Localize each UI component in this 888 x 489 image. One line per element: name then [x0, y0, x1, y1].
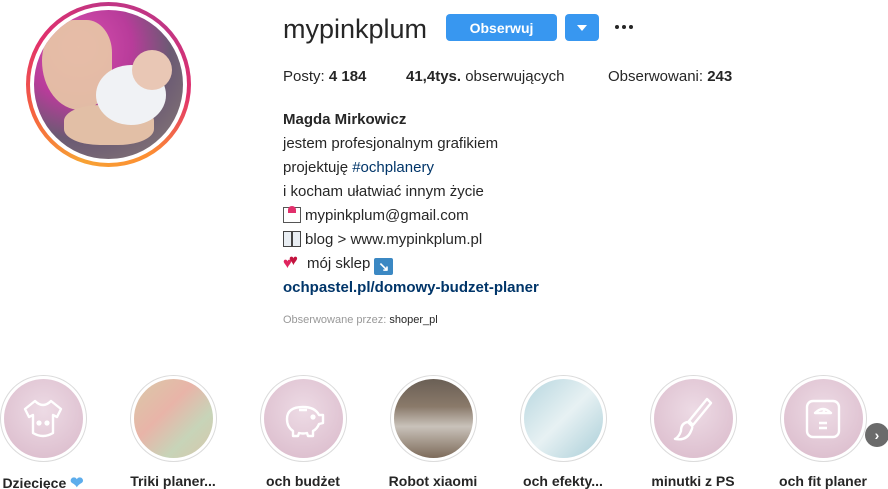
posts-count: Posty: 4 184	[283, 68, 367, 85]
follow-button[interactable]: Obserwuj	[446, 14, 557, 41]
following-count[interactable]: Obserwowani: 243	[608, 68, 732, 85]
bio-line: jestem profesjonalnym grafikiem	[283, 135, 499, 152]
bio-external-link[interactable]: ochpastel.pl/domowy-budzet-planer	[283, 276, 539, 300]
bio-shop-line: mój sklep↘	[283, 252, 539, 276]
bio-blog-line: blog > www.mypinkplum.pl	[283, 228, 539, 252]
follow-dropdown-button[interactable]	[565, 14, 599, 41]
love-letter-icon	[283, 206, 301, 223]
piggy-bank-icon	[285, 405, 325, 437]
highlight-item[interactable]: Dziecięce ❤	[0, 375, 98, 489]
hashtag-link[interactable]: #ochplanery	[352, 159, 434, 176]
book-icon	[283, 231, 301, 247]
bio-line: projektuję #ochplanery	[283, 159, 434, 176]
brush-icon	[673, 397, 713, 441]
more-options-button[interactable]	[612, 17, 636, 37]
highlight-item[interactable]: och fit planer	[768, 375, 878, 489]
profile-username: mypinkplum	[283, 14, 428, 44]
full-name: Magda Mirkowicz	[283, 111, 407, 128]
highlight-item[interactable]: och budżet	[248, 375, 358, 489]
highlight-item[interactable]: Triki planer...	[118, 375, 228, 489]
more-dots-icon	[615, 25, 619, 29]
profile-avatar[interactable]	[26, 2, 191, 167]
chevron-down-icon	[577, 24, 587, 31]
highlight-item[interactable]: Robot xiaomi	[378, 375, 488, 489]
scale-icon	[805, 399, 841, 438]
bio-email-line: mypinkplum@gmail.com	[283, 204, 539, 228]
followed-by: Obserwowane przez: shoper_pl	[283, 314, 438, 326]
blue-heart-icon: ❤	[70, 475, 84, 489]
arrow-down-right-icon: ↘	[374, 258, 394, 275]
followers-count[interactable]: 41,4tys. obserwujących	[406, 68, 564, 85]
followed-by-user[interactable]: shoper_pl	[389, 314, 437, 326]
highlight-item[interactable]: minutki z PS	[638, 375, 748, 489]
baby-onesie-icon	[23, 399, 63, 437]
two-hearts-icon	[283, 253, 303, 271]
profile-bio: Magda Mirkowicz jestem profesjonalnym gr…	[283, 108, 539, 300]
chevron-right-icon: ›	[874, 427, 880, 443]
highlights-next-button[interactable]: ›	[865, 423, 888, 447]
bio-line: i kocham ułatwiać innym życie	[283, 183, 484, 200]
highlight-item[interactable]: och efekty...	[508, 375, 618, 489]
